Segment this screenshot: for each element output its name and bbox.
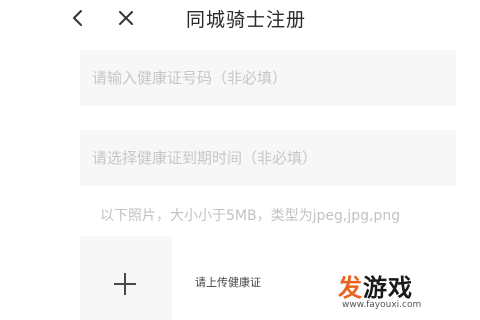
site-watermark: 发游戏 www.fayouxi.com [338, 268, 476, 316]
upload-health-cert-button[interactable] [80, 236, 172, 320]
health-cert-number-input[interactable] [80, 50, 456, 106]
header-bar: 同城骑士注册 [0, 0, 480, 36]
watermark-url: www.fayouxi.com [342, 300, 422, 310]
health-cert-expiry-picker[interactable] [80, 130, 456, 186]
photo-requirements-hint: 以下照片，大小小于5MB，类型为jpeg,jpg,png [100, 208, 401, 224]
watermark-logo: 发游戏 [338, 274, 413, 302]
upload-label: 请上传健康证 [195, 276, 261, 289]
page-title: 同城骑士注册 [185, 9, 306, 31]
